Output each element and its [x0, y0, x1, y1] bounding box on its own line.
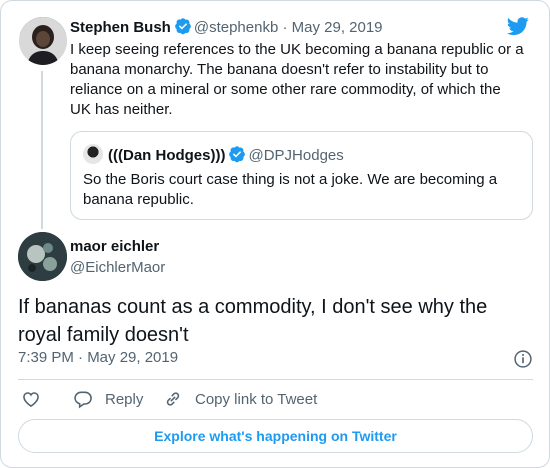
quoted-tweet-header: (((Dan Hodges))) @DPJHodges — [108, 145, 344, 164]
actions-divider — [18, 379, 533, 380]
like-button[interactable] — [21, 389, 53, 409]
twitter-bird-icon[interactable] — [507, 15, 529, 37]
main-author-handle[interactable]: @EichlerMaor — [70, 259, 165, 276]
reply-label: Reply — [105, 390, 144, 408]
verified-badge-icon — [229, 146, 246, 163]
main-author-name[interactable]: maor eichler — [70, 238, 159, 255]
embedded-tweet-card: Stephen Bush @stephenkb · May 29, 2019 I … — [0, 0, 550, 468]
thread-connector-line — [41, 71, 43, 229]
avatar-image-icon — [18, 232, 67, 281]
main-tweet-text: If bananas count as a commodity, I don't… — [18, 296, 488, 346]
copy-link-button[interactable]: Copy link to Tweet — [163, 389, 317, 409]
main-tweet-timestamp[interactable]: 7:39 PM · May 29, 2019 — [18, 349, 178, 366]
reply-bubble-icon — [74, 391, 92, 409]
parent-tweet-header: Stephen Bush @stephenkb · May 29, 2019 — [70, 17, 383, 36]
parent-author-name[interactable]: Stephen Bush — [70, 19, 171, 36]
quoted-author-name: (((Dan Hodges))) — [108, 147, 226, 164]
quoted-author-handle: @DPJHodges — [248, 147, 344, 164]
parent-tweet-avatar[interactable] — [19, 17, 67, 65]
quoted-tweet-text: So the Boris court case thing is not a j… — [83, 171, 498, 208]
main-tweet-avatar[interactable] — [18, 232, 67, 281]
parent-author-handle[interactable]: @stephenkb — [194, 19, 278, 36]
explore-twitter-button[interactable]: Explore what's happening on Twitter — [18, 419, 533, 453]
info-icon[interactable] — [513, 349, 533, 369]
link-icon — [166, 392, 180, 406]
copy-link-label: Copy link to Tweet — [195, 390, 318, 408]
quoted-tweet[interactable]: (((Dan Hodges))) @DPJHodges So the Boris … — [70, 131, 533, 220]
heart-icon — [23, 392, 39, 408]
quoted-tweet-avatar — [83, 144, 103, 164]
portrait-icon — [19, 17, 67, 65]
parent-tweet-date[interactable]: · May 29, 2019 — [282, 19, 382, 36]
parent-tweet-text: I keep seeing references to the UK becom… — [70, 41, 524, 118]
verified-badge-icon — [174, 18, 191, 35]
reply-button[interactable]: Reply — [73, 389, 143, 409]
